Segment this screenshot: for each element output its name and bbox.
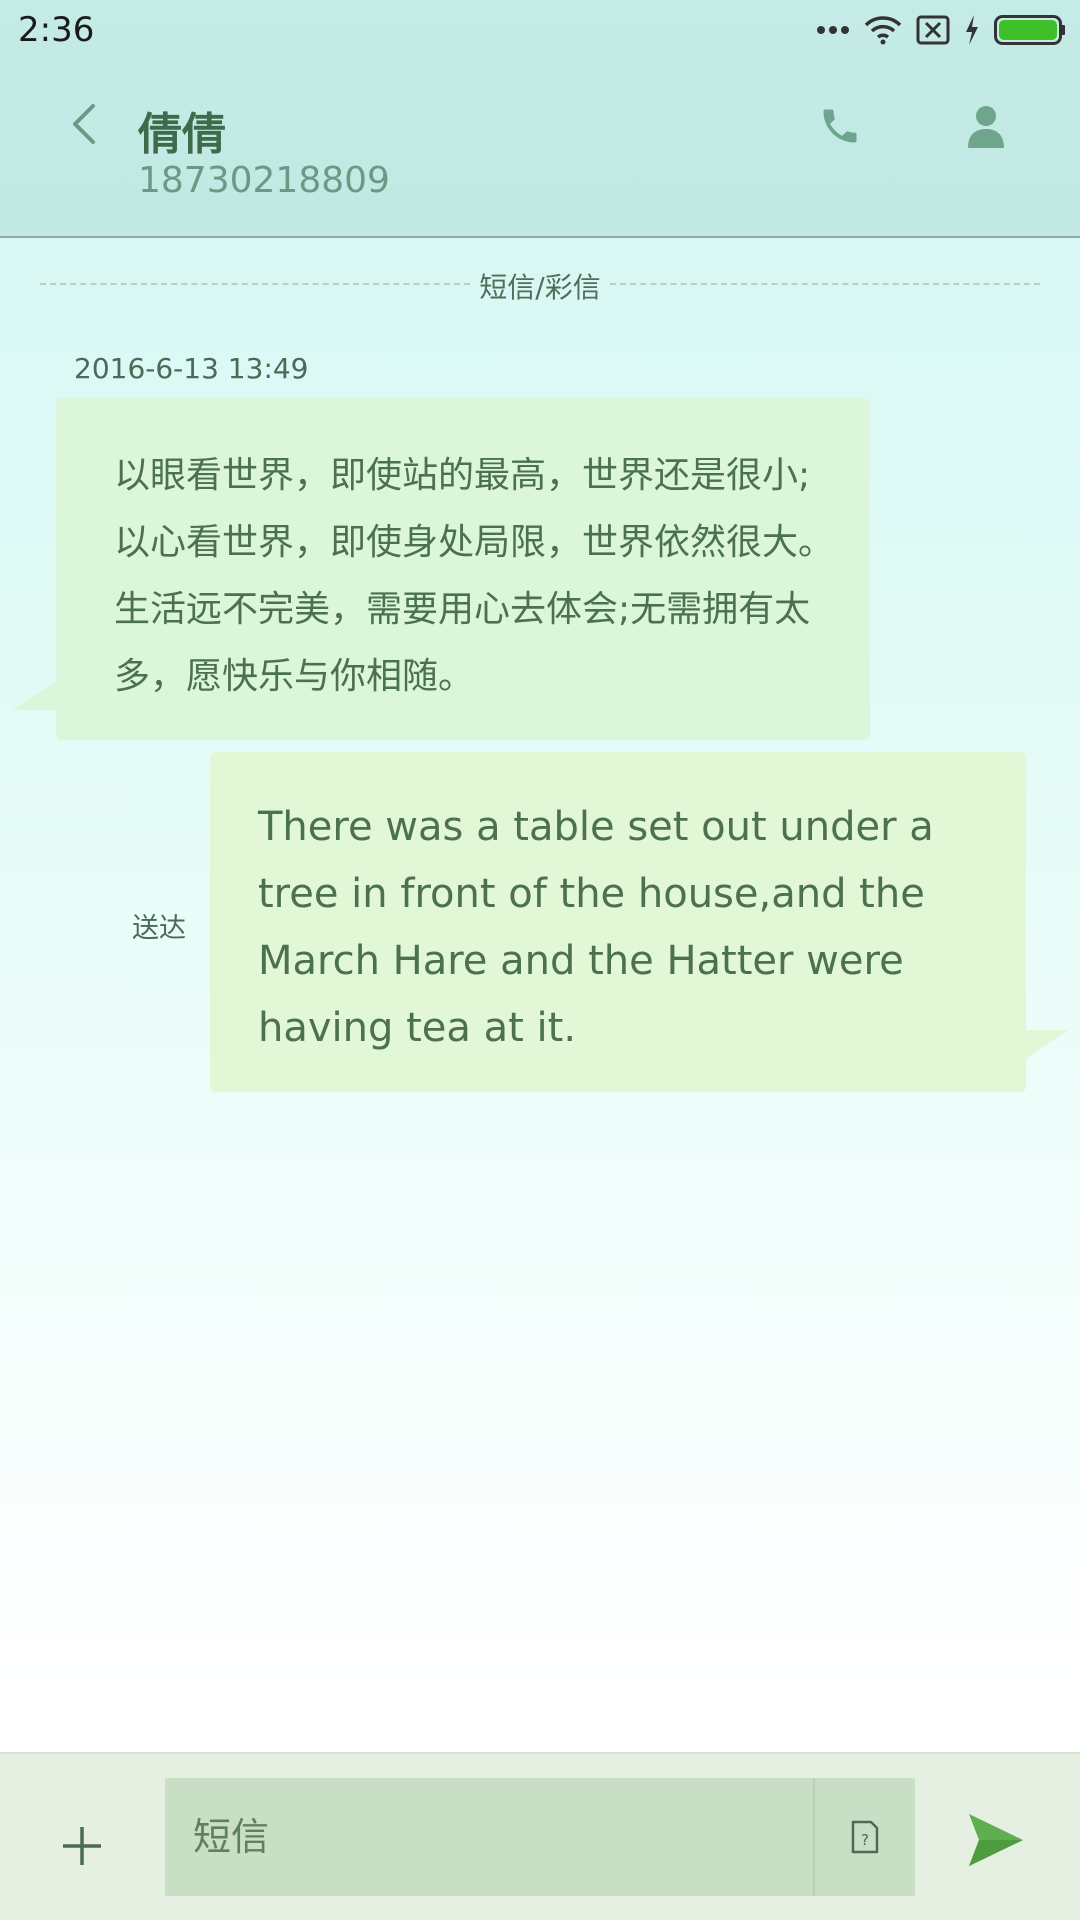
sim-select-button[interactable]: ? xyxy=(815,1778,915,1896)
svg-text:?: ? xyxy=(861,1831,869,1849)
plus-icon xyxy=(63,1827,101,1865)
service-divider: 短信/彩信 xyxy=(40,264,1040,304)
delivery-status: 送达 xyxy=(132,913,186,944)
message-input[interactable] xyxy=(165,1778,813,1896)
status-bar: 2:36 xyxy=(0,0,1080,62)
send-icon xyxy=(969,1814,1023,1866)
contact-name: 倩倩 xyxy=(138,109,226,160)
incoming-bubble-tail xyxy=(12,680,58,710)
compose-field: ? xyxy=(165,1778,915,1896)
compose-bar: ? xyxy=(0,1752,1080,1920)
outgoing-message-text: There was a table set out under a tree i… xyxy=(258,804,934,1051)
back-button[interactable] xyxy=(60,100,108,148)
send-button[interactable] xyxy=(964,1808,1028,1872)
battery-icon xyxy=(994,15,1066,45)
charging-icon xyxy=(964,15,980,45)
incoming-message-bubble[interactable]: 以眼看世界，即使站的最高，世界还是很小;以心看世界，即使身处局限，世界依然很大。… xyxy=(56,398,870,740)
phone-icon xyxy=(823,109,857,143)
incoming-message-text: 以眼看世界，即使站的最高，世界还是很小;以心看世界，即使身处局限，世界依然很大。… xyxy=(114,455,835,697)
message-timestamp: 2016-6-13 13:49 xyxy=(74,352,309,385)
person-icon xyxy=(968,106,1004,148)
outgoing-message-bubble[interactable]: There was a table set out under a tree i… xyxy=(210,752,1026,1092)
more-dots-icon xyxy=(816,25,850,35)
back-arrow-icon xyxy=(73,104,95,144)
status-icons xyxy=(816,12,1066,48)
service-label: 短信/彩信 xyxy=(479,271,601,304)
status-time: 2:36 xyxy=(18,10,95,50)
outgoing-bubble-tail xyxy=(1024,1030,1068,1060)
divider-line-right xyxy=(610,283,1040,285)
sim-card-icon: ? xyxy=(851,1820,879,1854)
contact-number: 18730218809 xyxy=(138,160,390,201)
no-sim-icon xyxy=(916,15,950,45)
contact-profile-button[interactable] xyxy=(958,98,1014,154)
wifi-icon xyxy=(864,15,902,45)
call-button[interactable] xyxy=(812,98,868,154)
attach-button[interactable] xyxy=(52,1816,112,1876)
